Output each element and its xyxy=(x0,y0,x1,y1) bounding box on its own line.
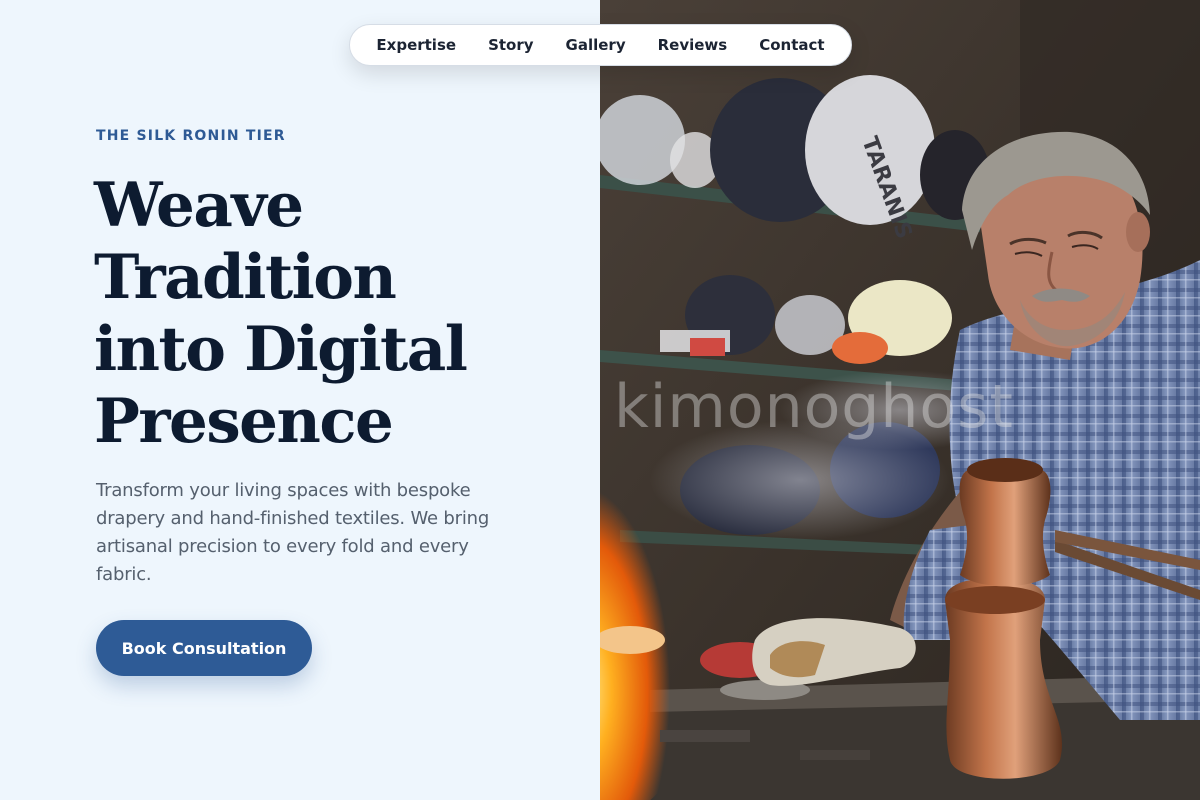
book-consultation-button[interactable]: Book Consultation xyxy=(96,620,312,676)
nav-link-gallery[interactable]: Gallery xyxy=(566,36,626,54)
hero-eyebrow: THE SILK RONIN TIER xyxy=(96,128,286,144)
nav-link-expertise[interactable]: Expertise xyxy=(376,36,456,54)
hero-headline: Weave Tradition into Digital Presence xyxy=(94,170,564,458)
nav-link-reviews[interactable]: Reviews xyxy=(658,36,728,54)
nav-link-contact[interactable]: Contact xyxy=(759,36,824,54)
hero-description: Transform your living spaces with bespok… xyxy=(96,480,490,585)
hero-section: THE SILK RONIN TIER Weave Tradition into… xyxy=(0,0,600,800)
headline-line: Presence xyxy=(94,386,394,457)
headline-line: Tradition xyxy=(94,242,397,313)
artisan-photo: TARANIS xyxy=(600,0,1200,800)
main-navigation: Expertise Story Gallery Reviews Contact xyxy=(349,24,852,66)
nav-link-story[interactable]: Story xyxy=(488,36,533,54)
headline-line: into Digital xyxy=(94,314,468,385)
hero-photo: TARANIS kimonoghost xyxy=(600,0,1200,800)
headline-line: Weave xyxy=(94,170,304,241)
